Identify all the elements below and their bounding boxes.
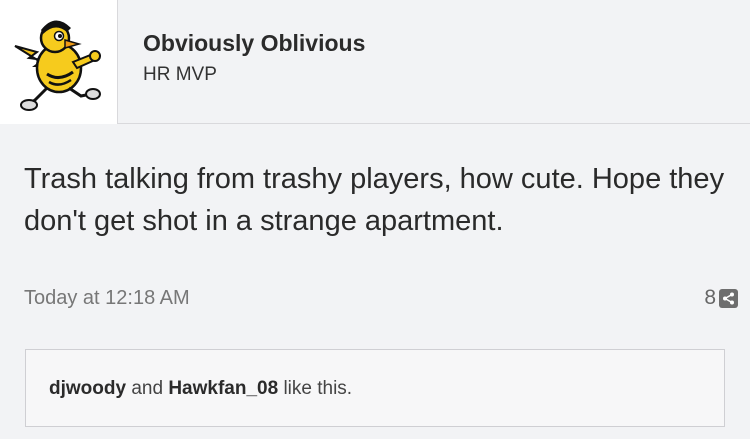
post-message: Trash talking from trashy players, how c…: [24, 163, 725, 237]
hawkeye-mascot-icon: [14, 20, 101, 111]
likes-conjunction: and: [126, 378, 169, 399]
author-title: HR MVP: [143, 64, 217, 85]
share-button[interactable]: 8: [704, 286, 738, 310]
like-user-link[interactable]: djwoody: [49, 378, 126, 399]
likes-text: djwoody and Hawkfan_08 like this.: [49, 378, 352, 400]
likes-suffix: like this.: [278, 378, 353, 399]
share-count: 8: [704, 286, 716, 309]
author-name[interactable]: Obviously Oblivious: [143, 30, 365, 57]
avatar[interactable]: [0, 0, 118, 124]
share-icon: [719, 288, 738, 308]
post-header: Obviously Oblivious HR MVP: [0, 0, 750, 124]
post-timestamp[interactable]: Today at 12:18 AM: [24, 287, 190, 310]
like-user-link[interactable]: Hawkfan_08: [168, 378, 278, 399]
likes-summary: djwoody and Hawkfan_08 like this.: [25, 349, 725, 427]
